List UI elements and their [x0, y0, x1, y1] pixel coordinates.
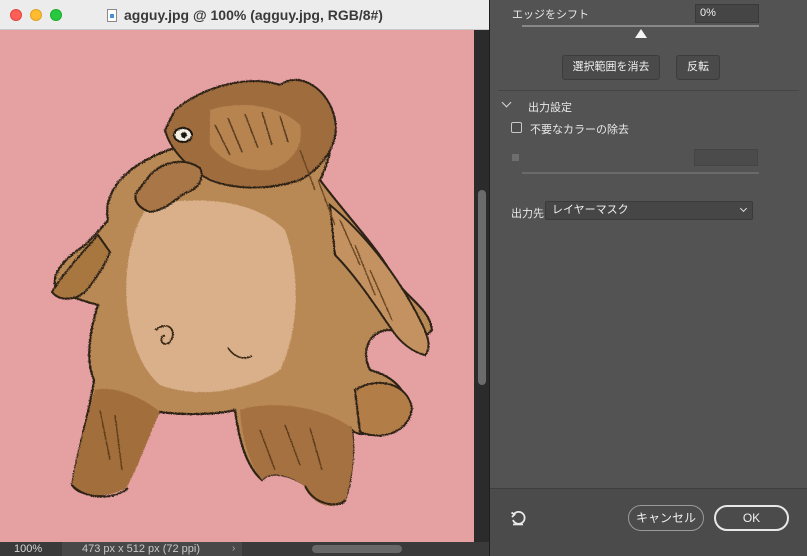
output-to-value: レイヤーマスク [552, 204, 629, 216]
output-to-select[interactable]: レイヤーマスク [545, 201, 753, 220]
amount-icon [512, 154, 519, 161]
chevron-down-icon[interactable] [501, 97, 512, 108]
vertical-scrollbar[interactable] [474, 30, 489, 542]
shift-edge-label: エッジをシフト [512, 9, 589, 21]
output-to-label: 出力先 [511, 208, 544, 220]
zoom-level[interactable]: 100% [14, 542, 42, 556]
title-bar[interactable]: agguy.jpg @ 100% (agguy.jpg, RGB/8#) [0, 0, 489, 30]
info-menu-arrow[interactable]: › [232, 542, 235, 556]
shift-edge-slider-thumb[interactable] [635, 29, 647, 38]
panel-footer: キャンセル OK [490, 488, 807, 556]
status-bar: 100% 473 px x 512 px (72 ppi) › [0, 542, 489, 556]
properties-panel: エッジをシフト 0% 選択範囲を消去 反転 出力設定 不要なカラーの除去 出力先… [490, 0, 807, 556]
amount-value-field [694, 149, 758, 166]
chevron-down-icon [739, 204, 748, 213]
vertical-scroll-thumb[interactable] [478, 190, 486, 385]
document-icon [107, 8, 118, 22]
invert-button[interactable]: 反転 [676, 55, 720, 80]
shift-edge-slider-track[interactable] [522, 25, 759, 27]
title-wrap: agguy.jpg @ 100% (agguy.jpg, RGB/8#) [0, 0, 489, 30]
amount-slider-track [522, 172, 759, 174]
document-info-text: 473 px x 512 px (72 ppi) [82, 543, 201, 555]
drawing-image [0, 30, 474, 542]
document-info[interactable]: 473 px x 512 px (72 ppi) [62, 542, 242, 556]
decontaminate-label: 不要なカラーの除去 [530, 124, 629, 136]
clear-selection-button[interactable]: 選択範囲を消去 [562, 55, 660, 80]
section-divider [498, 90, 799, 91]
document-window: agguy.jpg @ 100% (agguy.jpg, RGB/8#) 100… [0, 0, 490, 556]
document-canvas[interactable] [0, 30, 474, 542]
cancel-button[interactable]: キャンセル [628, 505, 704, 531]
output-settings-title[interactable]: 出力設定 [528, 99, 572, 115]
horizontal-scroll-thumb[interactable] [312, 545, 402, 553]
window-title: agguy.jpg @ 100% (agguy.jpg, RGB/8#) [124, 7, 383, 23]
reset-icon[interactable] [510, 510, 526, 526]
decontaminate-checkbox[interactable] [511, 122, 522, 133]
ok-button[interactable]: OK [714, 505, 789, 531]
shift-edge-value-field[interactable]: 0% [695, 4, 759, 23]
